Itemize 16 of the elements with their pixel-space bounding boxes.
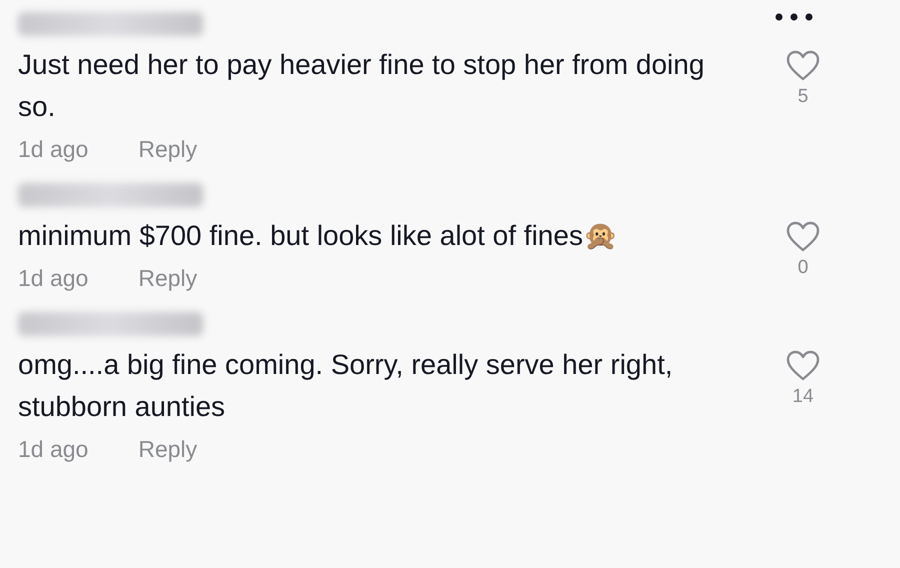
like-count: 5 bbox=[798, 86, 808, 108]
reply-link[interactable]: Reply bbox=[138, 136, 198, 163]
heart-icon[interactable] bbox=[786, 50, 820, 82]
timestamp: 1d ago bbox=[18, 265, 88, 292]
timestamp: 1d ago bbox=[18, 136, 88, 163]
heart-icon[interactable] bbox=[786, 221, 820, 253]
timestamp: 1d ago bbox=[18, 436, 88, 463]
like-count: 14 bbox=[792, 386, 814, 408]
reply-link[interactable]: Reply bbox=[138, 436, 198, 463]
more-icon[interactable] bbox=[774, 12, 814, 22]
heart-icon[interactable] bbox=[786, 350, 820, 382]
comment-text: omg....a big fine coming. Sorry, really serve her right, stubborn aunties bbox=[18, 348, 674, 424]
comment-text: minimum $700 fine. but looks like alot of fines🙊 bbox=[18, 219, 619, 253]
like-count: 0 bbox=[798, 257, 808, 279]
reply-link[interactable]: Reply bbox=[138, 265, 198, 292]
comment-text: Just need her to pay heavier fine to stop her from doing so. bbox=[18, 48, 706, 124]
